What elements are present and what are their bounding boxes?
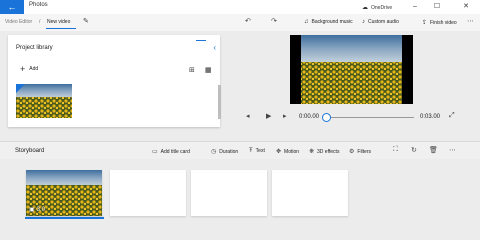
onedrive-label: OneDrive	[371, 4, 393, 11]
3d-effects-icon: ❋	[309, 149, 315, 155]
seek-track[interactable]	[326, 117, 414, 118]
onedrive-button[interactable]: ☁ OneDrive	[362, 4, 393, 12]
close-button[interactable]: ✕	[457, 0, 475, 14]
text-button[interactable]: Ŧ Text	[249, 148, 265, 154]
duration-button[interactable]: ◷ Duration	[211, 148, 239, 156]
undo-icon[interactable]: ↶	[245, 17, 251, 25]
resize-icon[interactable]: ⛶	[393, 146, 398, 154]
back-button[interactable]: ←	[0, 0, 24, 14]
add-title-card-button[interactable]: ▭ Add title card	[152, 148, 190, 156]
clip-duration-badge: ▣ 3.0	[29, 206, 46, 214]
storyboard-title: Storyboard	[15, 148, 45, 154]
project-library-title: Project library	[16, 45, 53, 51]
finish-video-button[interactable]: ⇪ Finish video	[422, 19, 457, 27]
motion-icon: ✥	[276, 149, 282, 155]
text-icon: Ŧ	[249, 148, 253, 154]
library-clip-thumbnail[interactable]	[16, 84, 72, 118]
clip-duration: 3.0	[36, 206, 46, 213]
plus-icon: +	[20, 64, 26, 74]
next-frame-icon[interactable]: ▸	[283, 112, 287, 120]
rotate-icon[interactable]: ↻	[411, 146, 417, 154]
background-music-button[interactable]: ♫ Background music	[304, 19, 353, 25]
breadcrumb-video-editor[interactable]: Video Editor	[5, 19, 32, 25]
add-button[interactable]: + Add	[20, 64, 39, 74]
breadcrumb-active-indicator	[46, 28, 76, 29]
empty-storyboard-slot[interactable]	[191, 170, 267, 216]
list-view-icon[interactable]: ▦	[205, 66, 212, 74]
finish-video-label: Finish video	[430, 19, 457, 26]
play-icon[interactable]: ▶	[266, 112, 271, 120]
cloud-icon: ☁	[362, 5, 368, 11]
collapse-panel-icon[interactable]: ‹	[213, 43, 216, 52]
clock-icon: ◷	[211, 149, 217, 155]
storyboard-more-icon[interactable]: ⋯	[449, 146, 456, 154]
title-bar: ← Photos ☁ OneDrive – ☐ ✕	[0, 0, 480, 14]
expand-icon[interactable]: ⤢	[449, 112, 455, 120]
breadcrumb-new-video: New video	[47, 19, 71, 25]
breadcrumb-separator: /	[39, 19, 41, 25]
title-card-icon: ▭	[152, 149, 158, 155]
maximize-icon: ☐	[433, 3, 441, 10]
filters-icon: ⚙	[349, 149, 355, 155]
current-time: 0:00.00	[299, 114, 320, 120]
total-time: 0:03.00	[420, 114, 441, 120]
more-icon[interactable]: ⋯	[467, 17, 474, 25]
delete-icon[interactable]: 🗑	[429, 146, 438, 154]
pencil-icon[interactable]: ✎	[83, 17, 89, 25]
redo-icon[interactable]: ↷	[271, 17, 277, 25]
storyboard-toolbar: Storyboard ▭ Add title card ◷ Duration Ŧ…	[0, 141, 480, 159]
3d-effects-button[interactable]: ❋ 3D effects	[309, 148, 340, 156]
close-icon: ✕	[463, 3, 469, 10]
added-badge-icon	[16, 84, 25, 93]
add-title-card-label: Add title card	[160, 148, 190, 155]
minimize-button[interactable]: –	[406, 0, 424, 14]
audio-icon: ♪	[362, 19, 365, 25]
3d-effects-label: 3D effects	[317, 148, 340, 155]
grid-view-icon[interactable]: ⊞	[189, 66, 195, 74]
duration-label: Duration	[219, 148, 239, 155]
app-title: Photos	[29, 2, 48, 8]
add-label: Add	[29, 66, 39, 72]
selected-clip-indicator	[25, 217, 104, 219]
music-note-icon: ♫	[304, 19, 309, 25]
empty-storyboard-slot[interactable]	[110, 170, 186, 216]
minimize-icon: –	[413, 3, 417, 10]
motion-label: Motion	[284, 148, 300, 155]
maximize-button[interactable]: ☐	[428, 0, 446, 14]
preview-sunflower-image	[290, 35, 413, 104]
storyboard-clip[interactable]: ▣ 3.0	[26, 170, 102, 216]
custom-audio-button[interactable]: ♪ Custom audio	[362, 19, 399, 25]
seek-slider-handle[interactable]	[322, 113, 331, 122]
background-music-label: Background music	[311, 19, 353, 25]
video-preview[interactable]	[290, 35, 413, 104]
share-icon: ⇪	[422, 20, 428, 26]
empty-storyboard-slot[interactable]	[272, 170, 348, 216]
project-library-panel: Project library ‹ + Add ⊞ ▦	[8, 35, 221, 127]
list-view-indicator	[196, 40, 206, 41]
image-icon: ▣	[29, 207, 35, 213]
previous-frame-icon[interactable]: ◂	[246, 112, 250, 120]
library-scrollbar[interactable]	[218, 85, 221, 119]
filters-button[interactable]: ⚙ Filters	[349, 148, 372, 156]
text-label: Text	[255, 148, 265, 154]
custom-audio-label: Custom audio	[368, 19, 399, 25]
filters-label: Filters	[357, 148, 372, 155]
back-arrow-icon: ←	[7, 2, 17, 12]
motion-button[interactable]: ✥ Motion	[276, 148, 300, 156]
